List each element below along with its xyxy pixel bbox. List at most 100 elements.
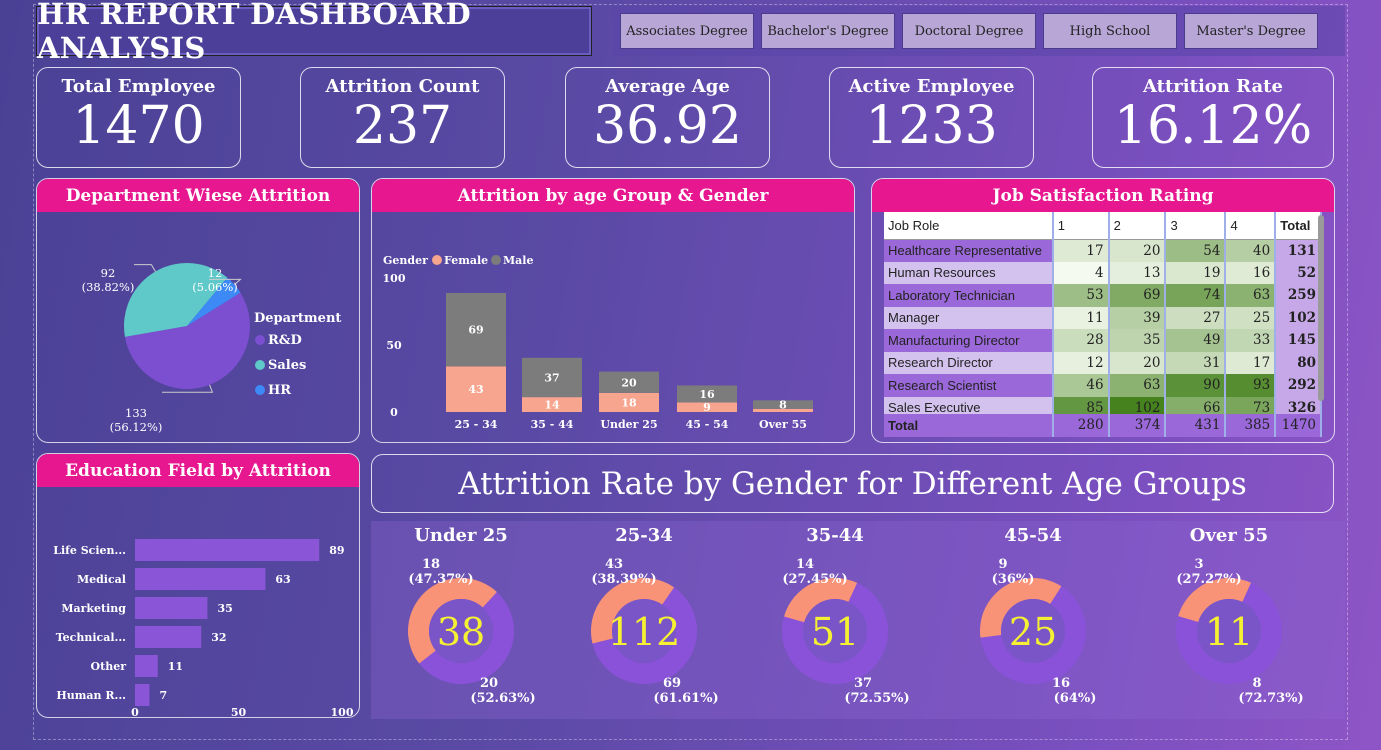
total-label: Total [884, 414, 1054, 437]
column-header[interactable]: 1 [1052, 212, 1110, 240]
column-header[interactable]: 3 [1165, 212, 1227, 240]
rating-cell: 27 [1165, 306, 1227, 329]
job-role-cell: Manager [884, 306, 1054, 329]
x-tick-label: 100 [331, 706, 354, 718]
table-row[interactable]: Laboratory Technician 53 69 74 63 259 [884, 284, 1322, 307]
y-tick-label: 50 [386, 339, 402, 352]
donut-group-title: 35-44 [806, 525, 864, 546]
legend-label[interactable]: HR [268, 383, 291, 398]
y-category-label: Marketing [61, 602, 126, 615]
dashboard-title: HR REPORT DASHBOARD ANALYSIS [36, 0, 592, 65]
filter-high-school[interactable]: High School [1043, 13, 1177, 49]
rating-cell: 19 [1165, 261, 1227, 284]
bar-data-label: 43 [468, 383, 483, 396]
donut-data-label: (27.45%) [782, 572, 847, 587]
x-tick-label: Under 25 [600, 418, 657, 431]
bar-data-label: 32 [211, 631, 226, 644]
table-row[interactable]: Research Director 12 20 31 17 80 [884, 351, 1322, 374]
pie-data-label: 133 [125, 406, 147, 420]
edu-bar[interactable] [135, 568, 266, 590]
total-cell: 280 [1052, 414, 1110, 437]
table-row[interactable]: Manufacturing Director 28 35 49 33 145 [884, 329, 1322, 352]
filter-masters-degree[interactable]: Master's Degree [1184, 13, 1318, 49]
kpi-value: 237 [352, 96, 453, 156]
donut-data-label: 18 [422, 557, 440, 572]
gender-age-donut-charts[interactable]: Under 253818(47.37%)20(52.63%)25-3411243… [371, 521, 1345, 719]
table-row[interactable]: Manager 11 39 27 25 102 [884, 306, 1322, 329]
legend-label[interactable]: R&D [268, 333, 302, 348]
pie-leader-line [134, 264, 156, 272]
rating-cell: 63 [1108, 374, 1167, 397]
donut-data-label: 20 [480, 676, 498, 691]
kpi-label: Active Employee [848, 76, 1015, 97]
donut-data-label: 37 [854, 676, 872, 691]
column-header[interactable]: 4 [1225, 212, 1277, 240]
rating-cell: 20 [1108, 239, 1167, 262]
x-tick-label: Over 55 [759, 418, 807, 431]
legend-label[interactable]: Female [444, 254, 488, 267]
education-field-bar-chart[interactable]: Life Scien... 89 Medical 63 Marketing 35 Techn… [37, 487, 360, 718]
donut-data-label: 69 [663, 676, 681, 691]
edu-bar[interactable] [135, 539, 320, 561]
kpi-total-employee: Total Employee 1470 [36, 67, 241, 168]
age-gender-stacked-bar-chart[interactable]: Gender Female Male 0 50 100 43 69 25 - 34 14 37 35 … [372, 212, 855, 443]
kpi-label: Total Employee [61, 76, 216, 97]
job-satisfaction-table: Job Role 1 2 3 4 Total Healthcare Repres… [884, 212, 1322, 419]
donut-data-label: (72.55%) [844, 691, 909, 706]
rating-cell: 25 [1225, 306, 1277, 329]
donut-group-title: Over 55 [1190, 525, 1268, 546]
table-row[interactable]: Healthcare Representative 17 20 54 40 131 [884, 239, 1322, 262]
edu-bar[interactable] [135, 597, 208, 619]
filter-bachelors-degree[interactable]: Bachelor's Degree [761, 13, 895, 49]
rating-cell: 46 [1052, 374, 1110, 397]
panel-title: Job Satisfaction Rating [872, 179, 1334, 212]
department-pie-chart[interactable]: 133(56.12%) 92(38.82%) 12(5.06%) Department… [37, 212, 360, 443]
table-row[interactable]: Human Resources 4 13 19 16 52 [884, 261, 1322, 284]
column-header[interactable]: 2 [1108, 212, 1167, 240]
column-header[interactable]: Job Role [884, 212, 1054, 240]
y-category-label: Medical [77, 573, 126, 586]
age-gender-attrition-panel: Attrition by age Group & Gender Gender Fe… [371, 178, 855, 443]
legend-label[interactable]: Male [503, 254, 533, 267]
edu-bar[interactable] [135, 626, 202, 648]
kpi-value: 1233 [865, 96, 998, 156]
pie-data-label: 12 [208, 266, 223, 280]
rating-cell: 54 [1165, 239, 1227, 262]
bar-data-label: 63 [275, 573, 290, 586]
rating-cell: 12 [1052, 351, 1110, 374]
rating-cell: 39 [1108, 306, 1167, 329]
row-total-cell: 145 [1275, 329, 1322, 352]
edu-bar[interactable] [135, 684, 150, 706]
row-total-cell: 131 [1275, 239, 1322, 262]
legend-marker [255, 360, 265, 370]
donut-group-title: Under 25 [414, 525, 508, 546]
pie-data-label: (5.06%) [192, 280, 238, 294]
donut-data-label: (52.63%) [470, 691, 535, 706]
donut-data-label: 14 [796, 557, 814, 572]
filter-associates-degree[interactable]: Associates Degree [620, 13, 754, 49]
edu-bar[interactable] [135, 655, 158, 677]
total-cell: 374 [1108, 414, 1167, 437]
table-row[interactable]: Research Scientist 46 63 90 93 292 [884, 374, 1322, 397]
total-cell: 1470 [1275, 414, 1322, 437]
bar-data-label: 14 [544, 399, 560, 412]
bar-data-label: 89 [329, 544, 344, 557]
donut-data-label: 16 [1052, 676, 1070, 691]
legend-label[interactable]: Sales [268, 358, 306, 373]
kpi-attrition-rate: Attrition Rate 16.12% [1092, 67, 1334, 168]
job-role-cell: Research Director [884, 351, 1054, 374]
total-cell: 431 [1165, 414, 1227, 437]
row-total-cell: 292 [1275, 374, 1322, 397]
donut-data-label: 8 [1252, 676, 1261, 691]
panel-title: Education Field by Attrition [37, 454, 359, 487]
job-role-cell: Manufacturing Director [884, 329, 1054, 352]
rating-cell: 31 [1165, 351, 1227, 374]
rating-cell: 93 [1225, 374, 1277, 397]
filter-doctoral-degree[interactable]: Doctoral Degree [902, 13, 1036, 49]
bar-data-label: 7 [159, 689, 167, 702]
x-tick-label: 25 - 34 [455, 418, 498, 431]
table-scrollbar[interactable] [1318, 215, 1324, 401]
column-header[interactable]: Total [1275, 212, 1322, 240]
legend-title: Department [254, 311, 341, 326]
rating-cell: 53 [1052, 284, 1110, 307]
